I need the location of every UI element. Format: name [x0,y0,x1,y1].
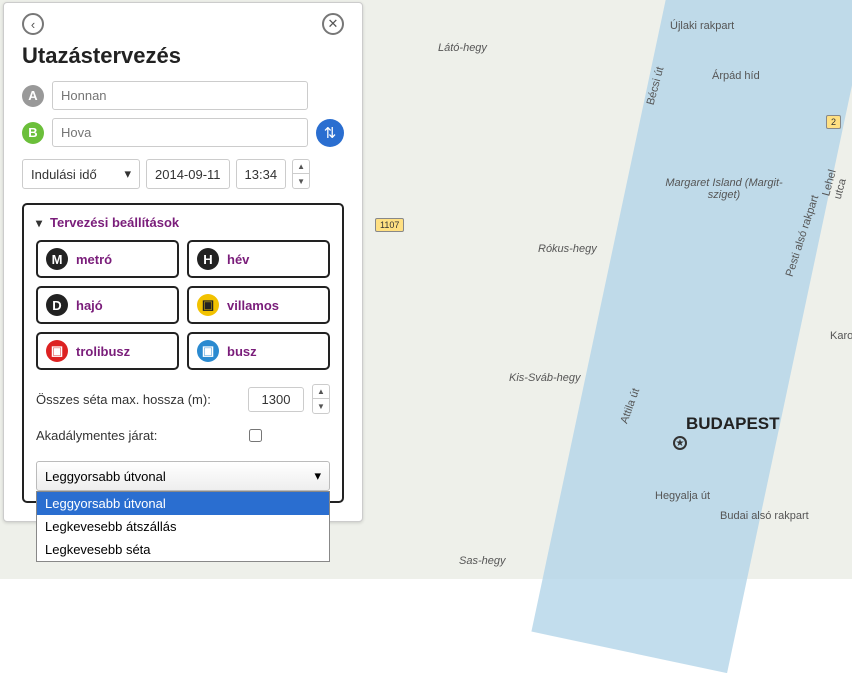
back-button[interactable]: ‹ [22,13,44,35]
swap-button[interactable]: ⇅ [316,119,344,147]
optimize-opt-fastest[interactable]: Leggyorsabb útvonal [37,492,329,515]
metro-icon: M [46,248,68,270]
close-button[interactable]: ✕ [322,13,344,35]
max-walk-row: Összes séta max. hossza (m): 1300 ▲ ▼ [36,384,330,414]
panel-header: ‹ ✕ [22,13,344,35]
map-label-budai: Budai alsó rakpart [720,510,809,522]
point-b-badge: B [22,122,44,144]
trip-planner-panel: ‹ ✕ Utazástervezés A B ⇅ Indulási idő ▾ … [3,2,363,522]
mode-metro[interactable]: Mmetró [36,240,179,278]
trolley-icon: ▣ [46,340,68,362]
settings-title: Tervezési beállítások [50,215,179,230]
map-road-1107: 1107 [375,218,404,232]
accessible-checkbox[interactable] [249,429,262,442]
map-city-label: BUDAPEST [686,414,780,434]
map-river [531,0,852,673]
optimize-options: Leggyorsabb útvonal Legkevesebb átszállá… [36,491,330,562]
mode-trolibusz[interactable]: ▣trolibusz [36,332,179,370]
depart-mode-select[interactable]: Indulási idő ▾ [22,159,140,189]
map-label-karo: Karo [830,330,852,342]
mode-villamos[interactable]: ▣villamos [187,286,330,324]
from-input[interactable] [52,81,308,110]
max-walk-input[interactable]: 1300 [248,387,304,412]
mode-hajo[interactable]: Dhajó [36,286,179,324]
hev-icon: H [197,248,219,270]
tram-icon: ▣ [197,294,219,316]
boat-icon: D [46,294,68,316]
bus-icon: ▣ [197,340,219,362]
map-city-marker: ★ [673,436,687,450]
time-step-up[interactable]: ▲ [293,160,309,174]
map-label-hegyalja: Hegyalja út [655,490,710,502]
date-input[interactable]: 2014-09-11 [146,159,230,189]
mode-busz[interactable]: ▣busz [187,332,330,370]
to-row: B ⇅ [22,118,344,147]
max-walk-label: Összes séta max. hossza (m): [36,392,211,407]
map-label-arpad: Árpád híd [712,70,760,82]
accessible-label: Akadálymentes járat: [36,428,157,443]
walk-step-up[interactable]: ▲ [313,385,329,399]
optimize-dropdown: Leggyorsabb útvonal ▾ Leggyorsabb útvona… [36,461,330,491]
map-label-kissvab: Kis-Sváb-hegy [509,372,581,384]
time-input[interactable]: 13:34 [236,159,287,189]
time-row: Indulási idő ▾ 2014-09-11 13:34 ▲ ▼ [22,159,344,189]
map-label-sashegy: Sas-hegy [459,555,505,567]
origin-destination-group: A B ⇅ [22,81,344,147]
optimize-opt-fewest-transfers[interactable]: Legkevesebb átszállás [37,515,329,538]
depart-mode-label: Indulási idő [31,167,97,182]
from-row: A [22,81,344,110]
accessible-row: Akadálymentes járat: [36,428,330,443]
time-step-down[interactable]: ▼ [293,174,309,188]
time-stepper: ▲ ▼ [292,159,310,189]
planning-settings: ▾ Tervezési beállítások Mmetró Hhév Dhaj… [22,203,344,503]
caret-down-icon: ▾ [124,166,131,182]
map-road-2: 2 [826,115,841,129]
map-label-ujlaki: Újlaki rakpart [670,20,734,32]
point-a-badge: A [22,85,44,107]
panel-title: Utazástervezés [22,43,344,69]
mode-grid: Mmetró Hhév Dhajó ▣villamos ▣trolibusz ▣… [36,240,330,370]
mode-hev[interactable]: Hhév [187,240,330,278]
optimize-opt-least-walk[interactable]: Legkevesebb séta [37,538,329,561]
map-label-margit: Margaret Island (Margit-sziget) [664,177,784,201]
optimize-select[interactable]: Leggyorsabb útvonal ▾ [36,461,330,491]
caret-down-icon: ▾ [36,216,42,230]
to-input[interactable] [52,118,308,147]
walk-step-down[interactable]: ▼ [313,399,329,413]
optimize-selected: Leggyorsabb útvonal [45,469,166,484]
settings-toggle[interactable]: ▾ Tervezési beállítások [36,215,330,240]
map-label-lato: Látó-hegy [438,42,487,54]
caret-down-icon: ▾ [314,468,321,484]
map-label-rokus: Rókus-hegy [538,243,597,255]
walk-stepper: ▲ ▼ [312,384,330,414]
